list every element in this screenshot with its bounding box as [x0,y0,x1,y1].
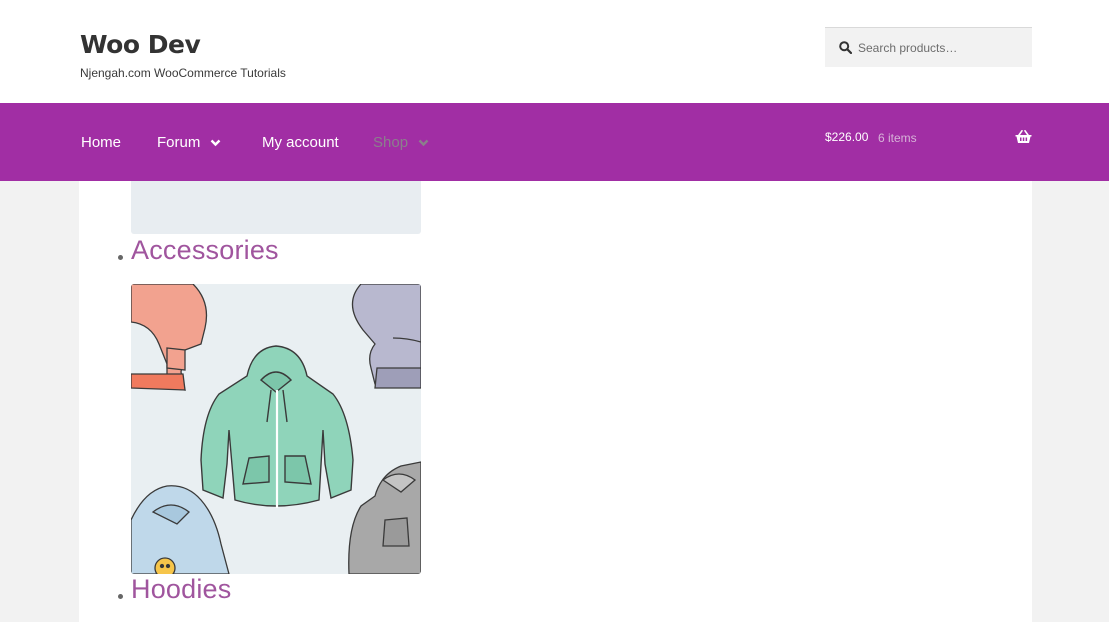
category-link-hoodies[interactable]: Hoodies [131,574,231,605]
category-thumbnail[interactable] [131,181,421,234]
search-input[interactable] [858,40,1018,55]
search-icon [839,41,852,54]
nav-item-my-account[interactable]: My account [262,134,339,151]
main-content: Accessories Hoodies [79,181,1032,622]
site-title[interactable]: Woo Dev [80,30,201,59]
hoodies-illustration [131,284,421,574]
nav-item-label: My account [262,134,339,151]
search-box[interactable] [825,27,1032,67]
chevron-down-icon[interactable] [418,139,429,147]
nav-item-home[interactable]: Home [81,134,121,151]
cart-count[interactable]: 6 items [878,131,917,145]
nav-item-forum[interactable]: Forum [157,134,221,151]
site-tagline: Njengah.com WooCommerce Tutorials [80,66,286,80]
site-header: Woo Dev Njengah.com WooCommerce Tutorial… [0,0,1109,103]
nav-item-label: Forum [157,134,201,151]
nav-item-label: Shop [373,134,409,151]
primary-nav: Home Forum My account Shop $226.00 6 ite… [0,103,1109,181]
list-bullet [118,594,123,599]
category-thumbnail-hoodies-illustration[interactable] [131,284,421,574]
cart-amount[interactable]: $226.00 [825,130,868,144]
category-link-accessories[interactable]: Accessories [131,235,279,266]
nav-item-label: Home [81,134,122,151]
list-bullet [118,255,123,260]
chevron-down-icon[interactable] [210,139,221,147]
basket-icon[interactable] [1015,130,1032,149]
nav-item-shop[interactable]: Shop [373,134,429,151]
